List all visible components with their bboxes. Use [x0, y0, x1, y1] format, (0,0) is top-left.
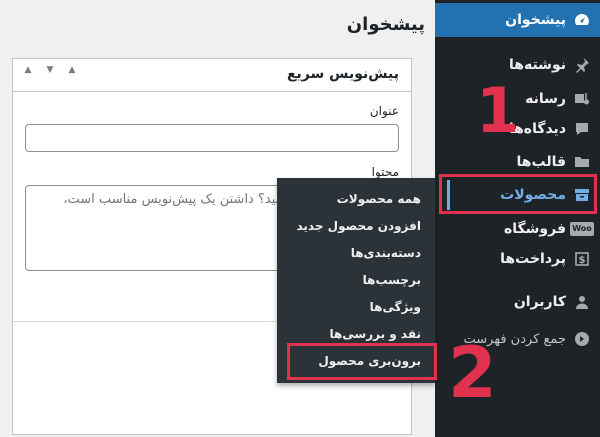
pin-icon [572, 55, 592, 75]
step-number-1: 1 [476, 74, 520, 147]
content-label: محتوا [371, 165, 399, 179]
move-up-icon[interactable]: ▲ [21, 65, 35, 75]
widget-title: پیش‌نویس سریع [286, 66, 399, 82]
sidebar-item-users[interactable]: کاربران [435, 285, 600, 319]
user-icon [572, 292, 592, 312]
widget-header: پیش‌نویس سریع ▲ ▼ ▲ [13, 59, 411, 92]
highlight-box-export [287, 343, 437, 380]
comment-icon [572, 119, 592, 139]
title-input[interactable] [25, 124, 399, 152]
dollar-icon: $ [572, 249, 592, 269]
submenu-item-tags[interactable]: برچسب‌ها [277, 267, 435, 293]
woo-badge: Woo [570, 222, 594, 236]
sidebar-item-label: پرداخت‌ها [500, 251, 566, 267]
sidebar-item-payments[interactable]: $ پرداخت‌ها [435, 242, 600, 276]
submenu-item-add-new-product[interactable]: افزودن محصول جدید [277, 213, 435, 239]
folder-icon [572, 152, 592, 172]
sidebar-item-label: پیشخوان [505, 12, 566, 28]
step-number-2: 2 [448, 332, 497, 414]
dashboard-icon [572, 10, 592, 30]
svg-text:$: $ [579, 255, 586, 266]
sidebar-item-label: فروشگاه [503, 221, 566, 237]
sidebar-item-label: رسانه [525, 91, 566, 107]
highlight-box-products [439, 174, 597, 214]
submenu-item-categories[interactable]: دسته‌بندی‌ها [277, 240, 435, 266]
title-label: عنوان [369, 104, 399, 118]
sidebar-item-woocommerce[interactable]: Woo فروشگاه [435, 212, 600, 246]
page-title: پیشخوان [346, 14, 425, 35]
submenu-item-attributes[interactable]: ویژگی‌ها [277, 294, 435, 320]
collapse-icon [572, 329, 592, 349]
sidebar-item-label: نوشته‌ها [509, 57, 566, 73]
woocommerce-icon: Woo [570, 219, 594, 239]
submenu-item-all-products[interactable]: همه محصولات [277, 186, 435, 212]
media-icon [572, 89, 592, 109]
sidebar-item-label: کاربران [513, 294, 566, 310]
sidebar-item-dashboard[interactable]: پیشخوان [435, 3, 600, 37]
widget-controls: ▲ ▼ ▲ [21, 65, 79, 75]
toggle-panel-icon[interactable]: ▲ [65, 65, 79, 75]
sidebar-item-label: قالب‌ها [516, 154, 566, 170]
move-down-icon[interactable]: ▼ [43, 65, 57, 75]
